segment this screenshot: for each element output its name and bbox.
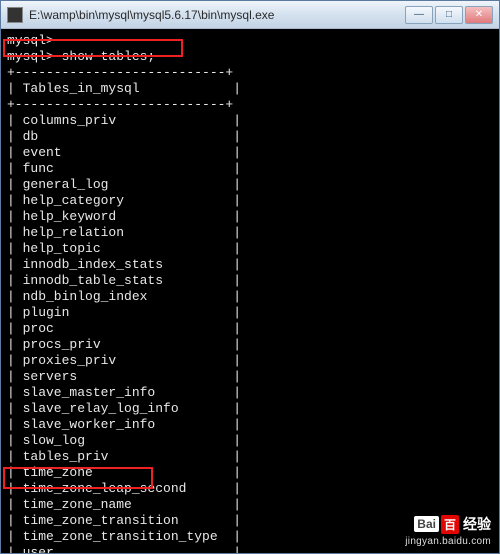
terminal-output[interactable]: mysql> mysql> show tables; +------------…	[1, 29, 499, 553]
window-title: E:\wamp\bin\mysql\mysql5.6.17\bin\mysql.…	[29, 8, 405, 22]
maximize-button[interactable]: □	[435, 6, 463, 24]
titlebar[interactable]: E:\wamp\bin\mysql\mysql5.6.17\bin\mysql.…	[1, 1, 499, 29]
window-controls: — □ ✕	[405, 6, 493, 24]
app-icon	[7, 7, 23, 23]
minimize-button[interactable]: —	[405, 6, 433, 24]
application-window: E:\wamp\bin\mysql\mysql5.6.17\bin\mysql.…	[0, 0, 500, 554]
close-button[interactable]: ✕	[465, 6, 493, 24]
